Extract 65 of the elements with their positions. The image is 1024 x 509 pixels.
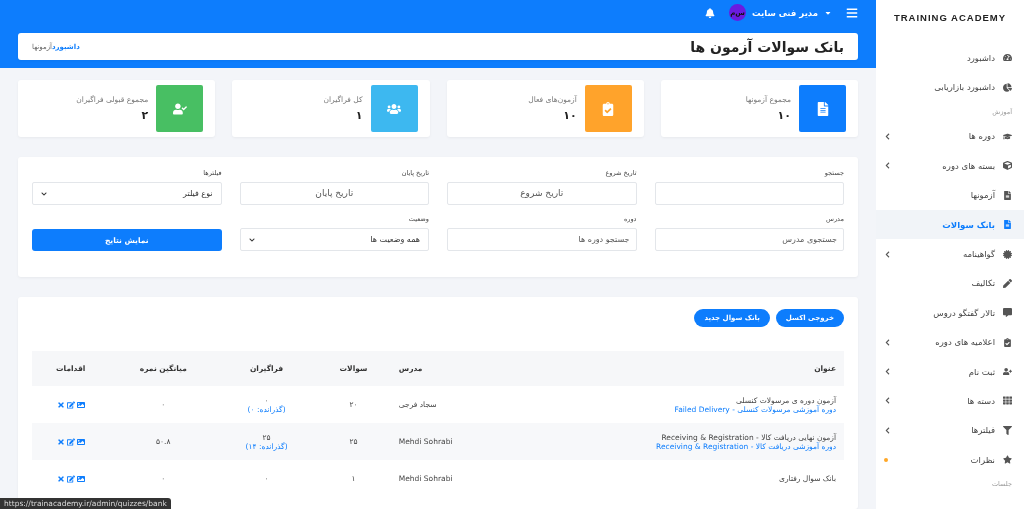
input-field[interactable]: جستجوی مدرس: [654, 228, 844, 251]
date-field[interactable]: تاریخ پایان: [239, 182, 429, 205]
document-icon: [1003, 190, 1012, 200]
sidebar-item[interactable]: فیلترها: [876, 415, 1024, 446]
chevron-icon: [884, 397, 891, 405]
clipboard-icon: [601, 101, 616, 116]
sidebar-item[interactable]: ثبت نام: [876, 356, 1024, 387]
document-icon: [815, 101, 830, 116]
filter-icon: [1003, 425, 1012, 435]
chevron-icon: [41, 190, 47, 197]
pen-icon: [1003, 278, 1012, 288]
chevron-icon: [884, 162, 891, 170]
input-field[interactable]: [654, 182, 844, 205]
chevron-icon: [248, 236, 255, 243]
stat-value: ۱: [354, 109, 363, 122]
delete-icon[interactable]: [56, 437, 65, 446]
sidebar-item[interactable]: بسته های دوره: [876, 151, 1024, 181]
pie-chart-icon: [1003, 82, 1012, 92]
input-field[interactable]: جستجو دوره ها: [447, 228, 637, 251]
sidebar-item[interactable]: داشبورد: [876, 43, 1024, 73]
select-field[interactable]: نوع فیلتر: [32, 182, 222, 205]
sidebar-item[interactable]: بانک سوالات: [876, 209, 1024, 240]
chevron-icon: [884, 368, 891, 376]
clipboard-icon: [1003, 337, 1012, 347]
sidebar-item[interactable]: گواهینامه: [876, 239, 1024, 269]
stat-value: ۱۰: [562, 109, 577, 122]
chevron-icon: [884, 338, 891, 346]
image-icon[interactable]: [76, 400, 85, 409]
edit-icon[interactable]: [66, 437, 75, 446]
comment-icon: [1003, 308, 1012, 318]
gauge-icon: [1003, 53, 1012, 63]
page-title: بانک سوالات آزمون ها: [690, 38, 844, 55]
edit-icon[interactable]: [66, 474, 75, 483]
cube-icon: [1003, 161, 1012, 171]
chevron-icon: [884, 250, 891, 258]
stat-value: ۱۰: [776, 109, 791, 122]
delete-icon[interactable]: [56, 400, 65, 409]
sidebar-item[interactable]: آزمونها: [876, 180, 1024, 210]
date-field[interactable]: تاریخ شروع: [447, 182, 637, 205]
chevron-icon: [884, 426, 891, 434]
sidebar-item[interactable]: اعلامیه های دوره: [876, 327, 1024, 357]
notification-bell-icon[interactable]: [705, 7, 716, 18]
sidebar-item[interactable]: تالار گفتگو دروس: [876, 298, 1024, 328]
document-icon: [1003, 220, 1012, 230]
image-icon[interactable]: [76, 437, 85, 446]
graduation-cap-icon: [1003, 131, 1012, 141]
sidebar-item[interactable]: تکالیف: [876, 268, 1024, 299]
stat-value: ۲: [140, 109, 149, 122]
badge-icon: [1003, 249, 1012, 259]
edit-icon[interactable]: [66, 400, 75, 409]
sidebar-item[interactable]: دوره ها: [876, 121, 1024, 152]
menu-icon[interactable]: [846, 6, 858, 19]
chevron-icon: [884, 132, 891, 140]
users-icon: [387, 101, 401, 116]
sidebar-item[interactable]: دسته ها: [876, 386, 1024, 416]
select-field[interactable]: همه وضعیت ها: [239, 228, 429, 251]
brand-logo-text: TRAINING ACADEMY: [892, 11, 1008, 25]
sidebar-item[interactable]: داشبورد بازاریابی: [876, 72, 1024, 102]
user-check-icon: [172, 101, 187, 116]
grid-icon: [1003, 396, 1012, 406]
sidebar-item[interactable]: نظرات: [876, 445, 1024, 475]
user-plus-icon: [1003, 367, 1012, 377]
star-icon: [1003, 455, 1012, 465]
delete-icon[interactable]: [56, 474, 65, 483]
image-icon[interactable]: [76, 474, 85, 483]
